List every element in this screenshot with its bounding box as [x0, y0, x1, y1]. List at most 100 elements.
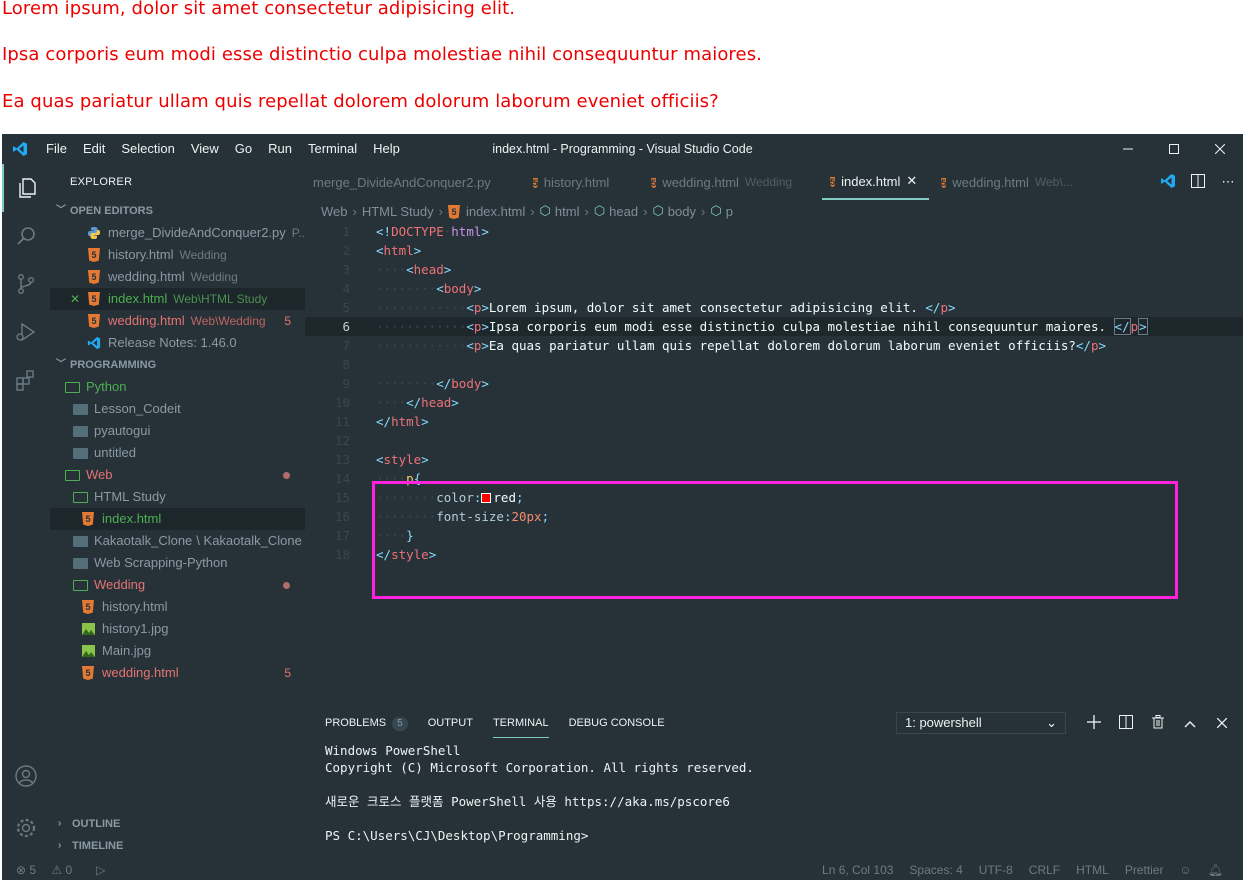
- split-editor-icon[interactable]: [1183, 173, 1213, 191]
- menu-help[interactable]: Help: [365, 134, 408, 164]
- element-cube-icon: ⬡: [539, 203, 551, 218]
- tree-folder[interactable]: HTML Study: [50, 486, 305, 508]
- minimize-button[interactable]: [1105, 134, 1151, 164]
- close-tab-icon[interactable]: ✕: [906, 173, 917, 189]
- new-terminal-icon[interactable]: [1078, 714, 1110, 732]
- close-panel-icon[interactable]: [1206, 716, 1238, 731]
- tree-folder[interactable]: Web Scrapping-Python: [50, 552, 305, 574]
- tab-output[interactable]: OUTPUT: [428, 708, 473, 738]
- eol-status[interactable]: CRLF: [1029, 860, 1060, 880]
- breadcrumb: Web › HTML Study › 5 index.html › ⬡ html › ⬡…: [321, 203, 733, 219]
- run-status-icon[interactable]: ▷: [96, 860, 105, 880]
- explorer-icon[interactable]: [2, 164, 50, 212]
- window-controls: [1105, 134, 1243, 164]
- problems-status[interactable]: ⊗ 5 ⚠ 0: [16, 860, 84, 880]
- menu-view[interactable]: View: [183, 134, 227, 164]
- feedback-icon[interactable]: ☺: [1180, 860, 1192, 880]
- vscode-icon: [86, 335, 102, 351]
- more-actions-icon[interactable]: ⋯: [1213, 174, 1243, 190]
- menu-bar: File Edit Selection View Go Run Terminal…: [38, 134, 408, 164]
- panel-actions: [1078, 708, 1238, 738]
- indentation-status[interactable]: Spaces: 4: [909, 860, 962, 880]
- extensions-icon[interactable]: [2, 356, 50, 404]
- notifications-bell-icon[interactable]: 🔔︎: [1208, 860, 1223, 880]
- trash-icon[interactable]: [1142, 714, 1174, 732]
- tree-folder[interactable]: untitled: [50, 442, 305, 464]
- code-editor[interactable]: 1 <!DOCTYPE·html> 2 <html> 3 ····<head> 4 ··…: [305, 222, 1243, 707]
- breadcrumb-head[interactable]: head: [609, 204, 638, 219]
- tree-folder[interactable]: pyautogui: [50, 420, 305, 442]
- tree-file[interactable]: 5 history.html: [50, 596, 305, 618]
- tree-file[interactable]: 5 wedding.html 5: [50, 662, 305, 684]
- menu-run[interactable]: Run: [260, 134, 300, 164]
- timeline-header[interactable]: › TIMELINE: [50, 835, 305, 857]
- outline-header[interactable]: › OUTLINE: [50, 813, 305, 835]
- html5-icon: 5: [532, 178, 538, 188]
- tree-file-active[interactable]: 5 index.html: [50, 508, 305, 530]
- terminal-output[interactable]: Windows PowerShell Copyright (C) Microso…: [325, 742, 754, 844]
- image-icon: [80, 621, 96, 637]
- chevron-down-icon: ⌄: [1046, 715, 1057, 730]
- annotation-highlight-box: [372, 481, 1178, 599]
- account-icon[interactable]: [2, 752, 50, 800]
- breadcrumb-body[interactable]: body: [668, 204, 696, 219]
- workspace-header[interactable]: ﹀ PROGRAMMING: [50, 354, 305, 376]
- open-editors-header[interactable]: ﹀ OPEN EDITORS: [50, 200, 305, 222]
- open-editor-item[interactable]: 5 wedding.html Web\Wedding 5: [50, 310, 305, 332]
- settings-gear-icon[interactable]: [2, 804, 50, 852]
- source-control-icon[interactable]: [2, 260, 50, 308]
- tab-debug-console[interactable]: DEBUG CONSOLE: [569, 708, 665, 738]
- breadcrumb-html[interactable]: html: [555, 204, 580, 219]
- breadcrumb-p[interactable]: p: [726, 204, 733, 219]
- tree-file[interactable]: Main.jpg: [50, 640, 305, 662]
- menu-go[interactable]: Go: [227, 134, 260, 164]
- open-editor-item[interactable]: merge_DivideAndConquer2.py P...: [50, 222, 308, 244]
- tree-folder[interactable]: Web: [50, 464, 305, 486]
- tree-folder[interactable]: Kakaotalk_Clone \ Kakaotalk_Clone: [50, 530, 305, 552]
- tab-merge-divide[interactable]: merge_DivideAndConquer2.py: [305, 164, 503, 200]
- search-icon[interactable]: [2, 212, 50, 260]
- breadcrumb-web[interactable]: Web: [321, 204, 348, 219]
- maximize-panel-icon[interactable]: [1174, 716, 1206, 731]
- tab-index-html[interactable]: 5 index.html ✕: [822, 164, 930, 200]
- encoding-status[interactable]: UTF-8: [979, 860, 1013, 880]
- breadcrumb-html-study[interactable]: HTML Study: [362, 204, 434, 219]
- tab-history[interactable]: 5 history.html: [503, 164, 622, 200]
- cursor-position[interactable]: Ln 6, Col 103: [822, 860, 893, 880]
- python-icon: [86, 225, 102, 241]
- close-window-button[interactable]: [1197, 134, 1243, 164]
- breadcrumb-file[interactable]: index.html: [466, 204, 525, 219]
- html5-icon: 5: [447, 203, 460, 219]
- menu-edit[interactable]: Edit: [75, 134, 113, 164]
- close-editor-icon[interactable]: ✕: [70, 288, 86, 310]
- terminal-select[interactable]: 1: powershell ⌄: [896, 712, 1066, 734]
- folder-icon: [72, 401, 88, 417]
- open-editor-item[interactable]: 5 history.html Wedding: [50, 244, 305, 266]
- menu-selection[interactable]: Selection: [113, 134, 182, 164]
- code-line: 7 ············<p>Ea quas pariatur ullam q…: [342, 338, 1107, 353]
- open-editor-item[interactable]: Release Notes: 1.46.0: [50, 332, 305, 354]
- tab-wedding[interactable]: 5 wedding.html Wedding: [621, 164, 804, 200]
- open-editor-item-active[interactable]: ✕ 5 index.html Web\HTML Study: [50, 288, 305, 310]
- menu-terminal[interactable]: Terminal: [300, 134, 365, 164]
- maximize-button[interactable]: [1151, 134, 1197, 164]
- element-cube-icon: ⬡: [593, 203, 606, 218]
- tree-folder[interactable]: Python: [50, 376, 305, 398]
- prettier-status[interactable]: Prettier: [1125, 860, 1164, 880]
- html5-icon: 5: [80, 599, 96, 615]
- tab-wedding-web[interactable]: 5 wedding.html Web\...: [929, 164, 1084, 200]
- language-mode[interactable]: HTML: [1076, 860, 1109, 880]
- menu-file[interactable]: File: [38, 134, 75, 164]
- code-line: 2 <html>: [342, 243, 422, 258]
- tree-file[interactable]: history1.jpg: [50, 618, 305, 640]
- split-terminal-icon[interactable]: [1110, 714, 1142, 732]
- run-debug-icon[interactable]: [2, 308, 50, 356]
- code-line: 1 <!DOCTYPE·html>: [342, 224, 489, 239]
- tree-folder[interactable]: Wedding: [50, 574, 305, 596]
- open-editor-item[interactable]: 5 wedding.html Wedding: [50, 266, 305, 288]
- tab-problems[interactable]: PROBLEMS 5: [325, 708, 408, 738]
- tab-terminal[interactable]: TERMINAL: [492, 708, 549, 738]
- tree-folder[interactable]: Lesson_Codeit: [50, 398, 305, 420]
- vscode-preview-icon[interactable]: [1153, 173, 1183, 192]
- page-paragraph-2: Ipsa corporis eum modi esse distinctio c…: [2, 44, 763, 65]
